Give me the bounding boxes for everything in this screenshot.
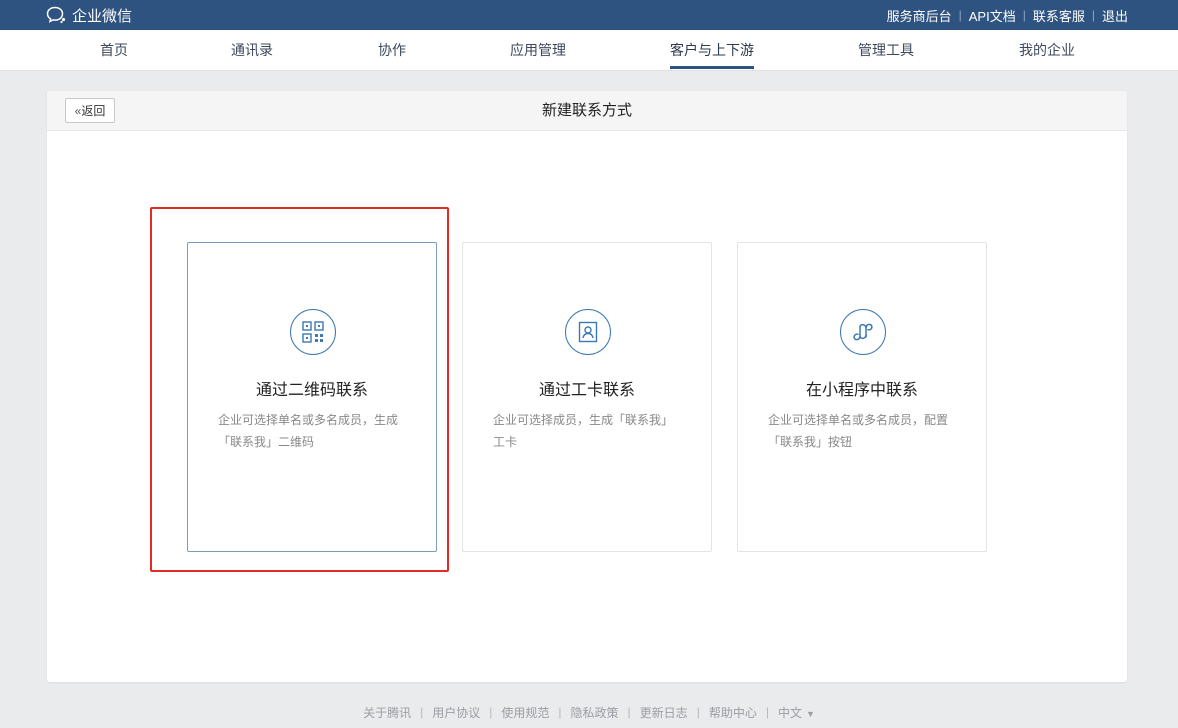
api-docs-link[interactable]: API文档 [969, 6, 1016, 25]
top-bar: 企业微信 服务商后台 | API文档 | 联系客服 | 退出 [0, 0, 1178, 30]
card-icon-circle [290, 309, 336, 355]
card-title: 通过二维码联系 [255, 382, 368, 399]
contact-support-link[interactable]: 联系客服 [1033, 6, 1085, 25]
language-label: 中文 [777, 705, 802, 720]
caret-down-icon: ▼ [805, 708, 815, 719]
footer-help-center-link[interactable]: 帮助中心 [709, 704, 757, 721]
footer-separator: | [489, 705, 493, 719]
footer-separator: | [627, 705, 631, 719]
page-title: 新建联系方式 [541, 102, 632, 119]
qr-code-icon [302, 321, 324, 343]
wework-logo-icon [46, 6, 66, 24]
footer-separator: | [696, 705, 700, 719]
nav-contacts[interactable]: 通讯录 [231, 30, 273, 70]
footer-about-link[interactable]: 关于腾讯 [363, 704, 411, 721]
footer-user-agreement-link[interactable]: 用户协议 [432, 704, 480, 721]
mini-program-icon [853, 323, 873, 341]
card-description: 企业可选择单名或多名成员，生成「联系我」二维码 [218, 413, 399, 449]
card-icon-circle [840, 309, 886, 355]
footer-usage-rules-link[interactable]: 使用规范 [501, 704, 549, 721]
nav-customers-upstream-downstream[interactable]: 客户与上下游 [670, 30, 754, 70]
service-provider-link[interactable]: 服务商后台 [887, 6, 952, 25]
card-description: 企业可选择成员，生成「联系我」工卡 [493, 413, 674, 449]
footer-separator: | [558, 705, 562, 719]
card-icon-circle [565, 309, 611, 355]
badge-card-icon [578, 321, 598, 343]
logout-link[interactable]: 退出 [1102, 6, 1128, 25]
footer: 关于腾讯 | 用户协议 | 使用规范 | 隐私政策 | 更新日志 | 帮助中心 … [0, 702, 1178, 722]
top-link-separator: | [1022, 8, 1026, 22]
card-title: 通过工卡联系 [538, 382, 635, 399]
nav-my-enterprise[interactable]: 我的企业 [1019, 30, 1075, 70]
qr-code-contact-card[interactable]: 通过二维码联系 企业可选择单名或多名成员，生成「联系我」二维码 [187, 242, 437, 552]
top-link-separator: | [1091, 8, 1095, 22]
brand-logo[interactable]: 企业微信 [46, 4, 132, 26]
panel-header: « 返回 新建联系方式 [47, 91, 1127, 131]
nav-home[interactable]: 首页 [100, 30, 128, 70]
main-nav: 首页 通讯录 协作 应用管理 客户与上下游 管理工具 我的企业 [0, 30, 1178, 71]
footer-changelog-link[interactable]: 更新日志 [640, 704, 688, 721]
top-links: 服务商后台 | API文档 | 联系客服 | 退出 [887, 0, 1128, 30]
card-description: 企业可选择单名或多名成员，配置「联系我」按钮 [768, 413, 949, 449]
footer-separator: | [765, 705, 769, 719]
top-link-separator: | [958, 8, 962, 22]
nav-collaboration[interactable]: 协作 [378, 30, 406, 70]
brand-name: 企业微信 [72, 7, 133, 25]
nav-app-management[interactable]: 应用管理 [510, 30, 566, 70]
language-selector[interactable]: 中文 ▼ [778, 704, 815, 721]
card-title: 在小程序中联系 [805, 382, 918, 399]
mini-program-contact-card[interactable]: 在小程序中联系 企业可选择单名或多名成员，配置「联系我」按钮 [737, 242, 987, 552]
footer-privacy-link[interactable]: 隐私政策 [571, 704, 619, 721]
badge-contact-card[interactable]: 通过工卡联系 企业可选择成员，生成「联系我」工卡 [462, 242, 712, 552]
nav-management-tools[interactable]: 管理工具 [858, 30, 914, 70]
footer-separator: | [420, 705, 424, 719]
